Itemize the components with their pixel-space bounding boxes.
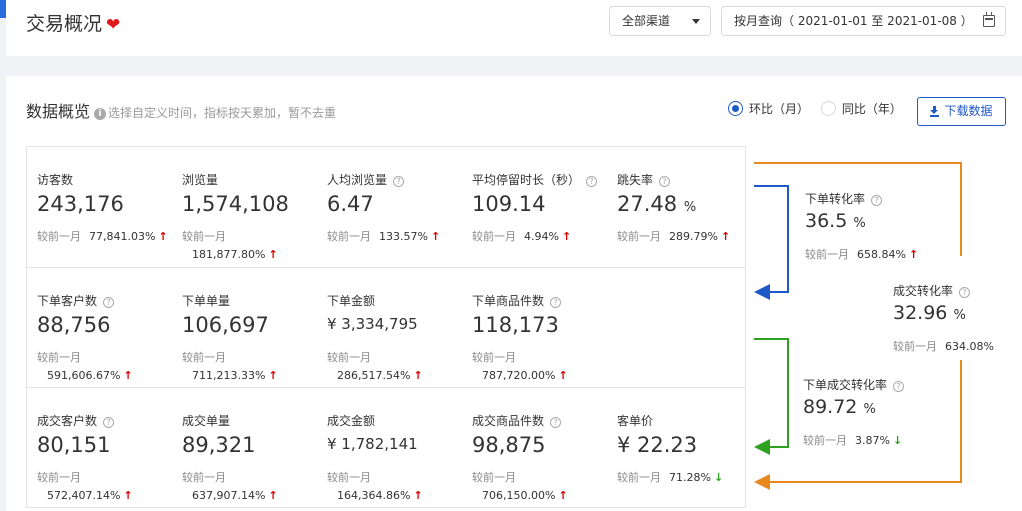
conversion-order-rate: 下单转化率? 36.5 % 较前一月 658.84% ↑: [805, 190, 975, 270]
conversion-deal-rate: 成交转化率? 32.96 % 较前一月 634.08%: [893, 282, 1022, 362]
conversion-label: 成交转化率?: [893, 282, 971, 299]
conversion-compare: 较前一月 3.87% ↓: [803, 434, 903, 447]
conversion-value: 32.96 %: [893, 302, 966, 324]
calendar-icon: [983, 12, 995, 27]
flow-line-green: [754, 338, 789, 455]
conversion-order-deal-rate: 下单成交转化率? 89.72 % 较前一月 3.87% ↓: [803, 376, 973, 456]
channel-select-value: 全部渠道: [622, 14, 671, 28]
flow-line-blue: [754, 185, 789, 300]
arrow-down-icon: ↓: [892, 434, 903, 447]
conversion-value: 36.5 %: [805, 210, 866, 232]
overview-panel: 数据概览 i 选择自定义时间，指标按天累加，暂不去重 环比（月） 同比（年） 下载数…: [6, 76, 1022, 511]
help-icon[interactable]: ?: [871, 195, 883, 206]
channel-select[interactable]: 全部渠道: [609, 6, 711, 36]
arrow-up-icon: ↑: [908, 248, 919, 261]
conversion-label: 下单转化率?: [805, 190, 883, 207]
conversion-value: 89.72 %: [803, 396, 876, 418]
date-range-picker[interactable]: 按月查询（ 2021-01-01 至 2021-01-08 ）: [721, 6, 1006, 36]
conversion-compare: 较前一月 658.84% ↑: [805, 248, 919, 261]
conversion-label: 下单成交转化率?: [803, 376, 905, 393]
conversion-compare: 较前一月 634.08%: [893, 340, 994, 353]
page-title: 交易概况 ❤: [26, 9, 120, 36]
page-title-text: 交易概况: [26, 13, 103, 35]
help-icon[interactable]: ?: [959, 287, 971, 298]
caret-down-icon: [692, 19, 700, 24]
top-bar: 交易概况 ❤ 全部渠道 按月查询（ 2021-01-01 至 2021-01-08…: [6, 0, 1022, 56]
date-range-value: 按月查询（ 2021-01-01 至 2021-01-08 ）: [734, 14, 973, 28]
heart-icon: ❤: [106, 15, 121, 35]
help-icon[interactable]: ?: [893, 381, 905, 392]
